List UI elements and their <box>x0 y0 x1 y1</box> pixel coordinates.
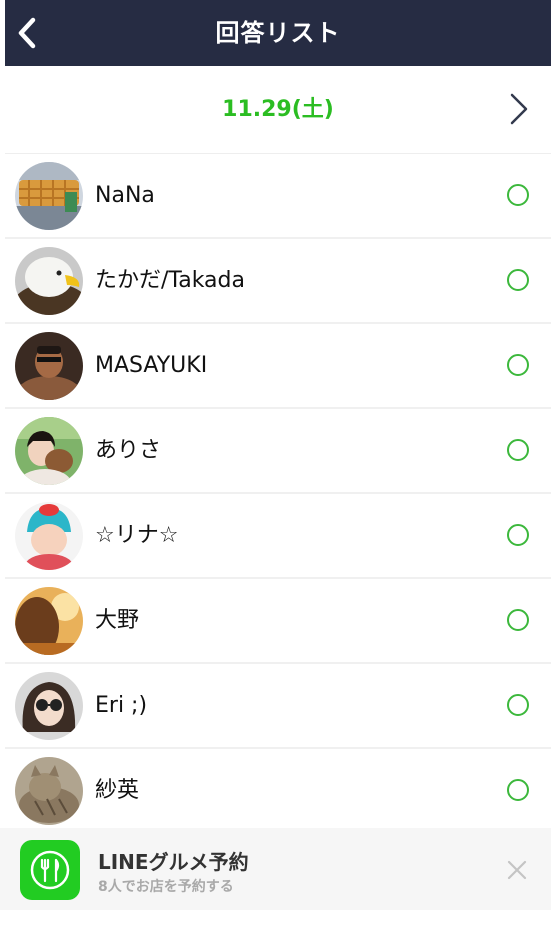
list-item[interactable]: Eri ;) <box>5 664 551 749</box>
list-item[interactable]: ☆リナ☆ <box>5 494 551 579</box>
list-item[interactable]: たかだ/Takada <box>5 239 551 324</box>
member-name: MASAYUKI <box>95 353 208 378</box>
list-item[interactable]: ありさ <box>5 409 551 494</box>
waffle-photo <box>15 162 83 230</box>
woman-with-dog-photo <box>15 417 83 485</box>
fork-knife-icon <box>20 840 80 900</box>
avatar <box>15 672 83 740</box>
member-name: ☆リナ☆ <box>95 523 179 548</box>
member-name: 大野 <box>95 608 140 633</box>
circle-available-icon <box>507 184 529 206</box>
circle-available-icon <box>507 779 529 801</box>
circle-available-icon <box>507 354 529 376</box>
eagle-photo <box>15 247 83 315</box>
banner-title: LINEグルメ予約 <box>98 850 249 874</box>
circle-available-icon <box>507 609 529 631</box>
avatar <box>15 162 83 230</box>
avatar <box>15 757 83 825</box>
man-photo <box>15 332 83 400</box>
page-title: 回答リスト <box>215 19 341 47</box>
member-name: 紗英 <box>95 778 140 803</box>
member-name: Eri ;) <box>95 693 148 718</box>
close-button[interactable] <box>505 858 529 882</box>
close-icon <box>507 860 527 880</box>
cat-photo <box>15 757 83 825</box>
circle-available-icon <box>507 524 529 546</box>
date-navigation: 11.29(土) <box>5 66 551 154</box>
list-item[interactable]: 大野 <box>5 579 551 664</box>
sunglasses-girl-photo <box>15 672 83 740</box>
gourmet-reservation-banner[interactable]: LINEグルメ予約 8人でお店を予約する <box>0 828 551 910</box>
banner-subtitle: 8人でお店を予約する <box>98 879 234 895</box>
avatar <box>15 587 83 655</box>
member-name: たかだ/Takada <box>95 268 245 293</box>
circle-available-icon <box>507 439 529 461</box>
chevron-right-icon <box>510 93 528 125</box>
avatar <box>15 417 83 485</box>
answer-list: NaNa たかだ/Takada MASAYUKI ありさ ☆リナ☆ 大野 Eri… <box>5 154 551 834</box>
circle-available-icon <box>507 269 529 291</box>
next-date-button[interactable] <box>507 92 531 126</box>
avatar <box>15 502 83 570</box>
list-item[interactable]: NaNa <box>5 154 551 239</box>
app-header: 回答リスト <box>5 0 551 66</box>
sunset-girl-photo <box>15 587 83 655</box>
date-label: 11.29(土) <box>222 97 334 122</box>
bottom-spacer <box>0 910 551 951</box>
list-item[interactable]: 紗英 <box>5 749 551 834</box>
baby-photo <box>15 502 83 570</box>
circle-available-icon <box>507 694 529 716</box>
list-item[interactable]: MASAYUKI <box>5 324 551 409</box>
avatar <box>15 247 83 315</box>
member-name: NaNa <box>95 183 155 208</box>
avatar <box>15 332 83 400</box>
member-name: ありさ <box>95 438 162 463</box>
